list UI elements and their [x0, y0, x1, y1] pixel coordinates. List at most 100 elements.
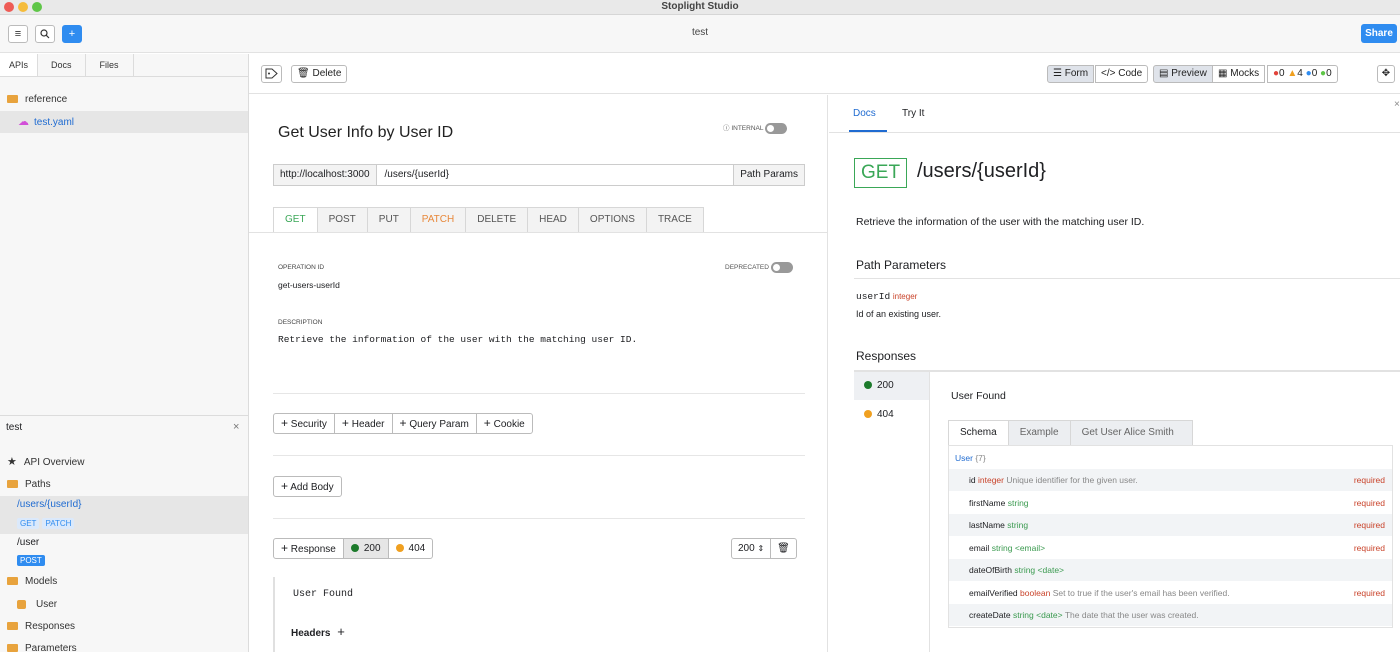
path-params-button[interactable]: Path Params [733, 165, 804, 185]
add-response-button[interactable]: + Response [274, 539, 344, 558]
field-format: <date> [1037, 565, 1065, 575]
tab-docs-preview[interactable]: Docs [853, 108, 876, 119]
field-format: <date> [1036, 610, 1063, 620]
schema-tabs: Schema Example Get User Alice Smith [948, 420, 1193, 446]
status-code-select[interactable]: 200 ⇕ [732, 539, 772, 558]
deprecated-switch[interactable] [770, 262, 793, 273]
section-divider [273, 393, 805, 394]
path-item-user[interactable]: /user POST [0, 534, 248, 570]
add-header-button[interactable]: + Header [335, 414, 393, 433]
paths-group[interactable]: Paths [0, 474, 248, 496]
trash-icon: 🗑 [297, 68, 310, 79]
param-description: Id of an existing user. [856, 309, 942, 319]
tab-schema[interactable]: Schema [949, 421, 1009, 445]
api-overview-item[interactable]: ★ API Overview [0, 451, 248, 473]
add-body-button[interactable]: + Add Body [273, 476, 342, 497]
path-item-users-userid[interactable]: /users/{userId} GET PATCH [0, 496, 248, 534]
operation-id-input[interactable]: get-users-userId [278, 280, 340, 290]
close-preview-icon[interactable]: × [1394, 99, 1400, 110]
deprecated-toggle[interactable]: DEPRECATED [725, 262, 793, 273]
parameters-group[interactable]: Parameters [0, 638, 248, 660]
plus-icon: + [281, 416, 289, 430]
mocks-button[interactable]: ▦ Mocks [1212, 65, 1266, 83]
docs-preview: Docs Try It × GET /users/{userId} Retrie… [829, 95, 1400, 652]
info-count: 0 [1311, 68, 1318, 79]
headers-section[interactable]: Headers + [291, 624, 345, 639]
add-security-button[interactable]: + Security [274, 414, 335, 433]
responses-group[interactable]: Responses [0, 616, 248, 638]
delete-button[interactable]: 🗑 Delete [291, 65, 348, 83]
field-name: dateOfBirth [969, 565, 1012, 575]
diagnostics-button[interactable]: ●0 ▲4 ●0 ●0 [1267, 65, 1338, 83]
form-mode-button[interactable]: ☰ Form [1047, 65, 1095, 83]
required-label: required [1353, 475, 1385, 485]
delete-response-button[interactable]: 🗑 [771, 539, 796, 558]
header-label: Header [351, 419, 385, 430]
query-param-label: Query Param [409, 419, 469, 430]
method-badge-get: GET [17, 518, 40, 529]
response-code-200[interactable]: 200 [854, 372, 929, 400]
fullscreen-button[interactable]: ✥ [1377, 65, 1395, 83]
cookie-label: Cookie [493, 419, 525, 430]
tab-options[interactable]: OPTIONS [579, 208, 647, 232]
top-bar: ≡ + test Share [0, 15, 1400, 53]
file-label: test.yaml [34, 117, 75, 128]
close-project-button[interactable]: × [233, 421, 239, 433]
tab-delete[interactable]: DELETE [466, 208, 529, 232]
field-description: The date that the user was created. [1064, 610, 1199, 620]
plus-icon: + [337, 624, 345, 639]
preview-button[interactable]: ▤ Preview [1153, 65, 1213, 83]
tab-example[interactable]: Example [1009, 421, 1071, 445]
tag-button[interactable] [261, 65, 282, 83]
folder-icon [7, 480, 18, 489]
code-mode-button[interactable]: </> Code [1095, 65, 1149, 83]
operation-title[interactable]: Get User Info by User ID [278, 124, 453, 142]
tab-put[interactable]: PUT [368, 208, 411, 232]
tree-folder-reference[interactable]: reference [0, 89, 248, 111]
response-label: Response [290, 544, 336, 555]
tab-try-it[interactable]: Try It [902, 108, 924, 119]
response-code-404[interactable]: 404 [854, 401, 929, 429]
tab-patch[interactable]: PATCH [411, 208, 467, 232]
schema-field-row: id integer Unique identifier for the giv… [949, 469, 1392, 491]
tab-docs[interactable]: Docs [38, 54, 86, 76]
error-count: 0 [1279, 68, 1285, 79]
response-tab-200[interactable]: 200 [343, 539, 389, 558]
field-type: string [991, 542, 1013, 553]
tab-post[interactable]: POST [318, 208, 368, 232]
tab-example-alice[interactable]: Get User Alice Smith [1071, 421, 1185, 445]
tree-file-test-yaml[interactable]: ☁ test.yaml [0, 111, 248, 133]
internal-toggle[interactable]: ⓘ INTERNAL [723, 123, 788, 134]
info-icon: ⓘ [723, 125, 730, 133]
responses-title: Responses [856, 349, 917, 363]
stepper-icon: ⇕ [757, 544, 765, 553]
models-group[interactable]: Models [0, 571, 248, 593]
field-description: Unique identifier for the given user. [1006, 475, 1138, 485]
response-description[interactable]: User Found [293, 589, 353, 600]
method-badge-post: POST [17, 555, 45, 566]
response-tab-404[interactable]: 404 [389, 539, 433, 558]
server-select[interactable]: http://localhost:3000 [274, 165, 377, 185]
field-name: emailVerified [969, 587, 1018, 598]
sidebar-divider [0, 415, 248, 416]
code-label: 404 [877, 409, 894, 420]
share-button[interactable]: Share [1361, 24, 1397, 43]
param-buttons: + Security + Header + Query Param + Cook… [273, 413, 533, 434]
param-row: userId integer [856, 291, 917, 302]
tab-trace[interactable]: TRACE [647, 208, 703, 232]
response-description: User Found [951, 390, 1006, 402]
tab-files[interactable]: Files [86, 54, 134, 76]
description-editor[interactable]: Retrieve the information of the user wit… [278, 334, 637, 345]
add-query-param-button[interactable]: + Query Param [393, 414, 477, 433]
add-cookie-button[interactable]: + Cookie [477, 414, 532, 433]
tab-head[interactable]: HEAD [528, 208, 579, 232]
schema-root[interactable]: User {7} [955, 453, 986, 463]
model-item-user[interactable]: User [0, 594, 248, 616]
tab-apis[interactable]: APIs [0, 54, 39, 76]
tab-get[interactable]: GET [274, 208, 318, 232]
path-input[interactable]: /users/{userId} [377, 165, 734, 185]
internal-switch[interactable] [765, 123, 788, 134]
field-type: string [1007, 520, 1029, 530]
cloud-icon: ☁ [18, 116, 29, 128]
mocks-icon: ▦ [1218, 68, 1228, 79]
